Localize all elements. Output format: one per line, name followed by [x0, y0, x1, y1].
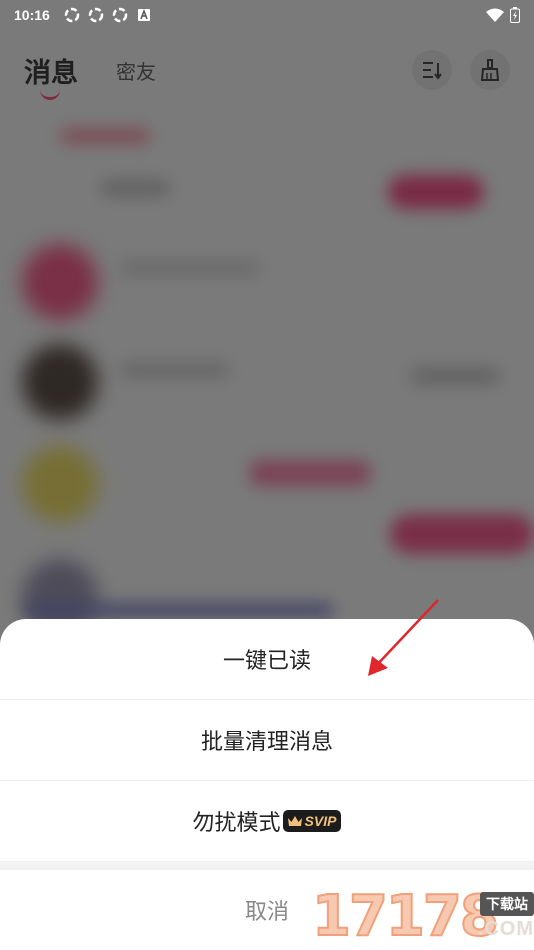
mark-all-read-button[interactable]: 一键已读 [0, 619, 534, 700]
font-icon [137, 8, 150, 21]
battery-icon [510, 7, 520, 23]
sync-icon [112, 7, 128, 23]
annotation-arrow-icon [368, 599, 439, 676]
batch-clean-button[interactable]: 批量清理消息 [0, 700, 534, 781]
status-right [486, 7, 520, 23]
status-time: 10:16 [14, 7, 50, 23]
do-not-disturb-label: 勿扰模式 [192, 811, 281, 836]
sync-icon [88, 7, 104, 23]
svip-badge-label: SVIP [304, 813, 337, 829]
sheet-divider [0, 862, 534, 870]
screen: 消息 密友 [0, 0, 534, 950]
watermark-domain: .COM [477, 918, 534, 940]
watermark-logo: 17178 下载站 .COM [311, 883, 534, 950]
watermark-digits: 17178 [311, 883, 500, 950]
wifi-icon [486, 8, 504, 22]
watermark-tag: 下载站 [480, 892, 534, 916]
status-bar: 10:16 [0, 0, 534, 30]
svip-badge: SVIP [282, 810, 342, 832]
do-not-disturb-button[interactable]: 勿扰模式 SVIP [0, 781, 534, 862]
sync-icon [64, 7, 80, 23]
crown-icon [287, 816, 302, 826]
